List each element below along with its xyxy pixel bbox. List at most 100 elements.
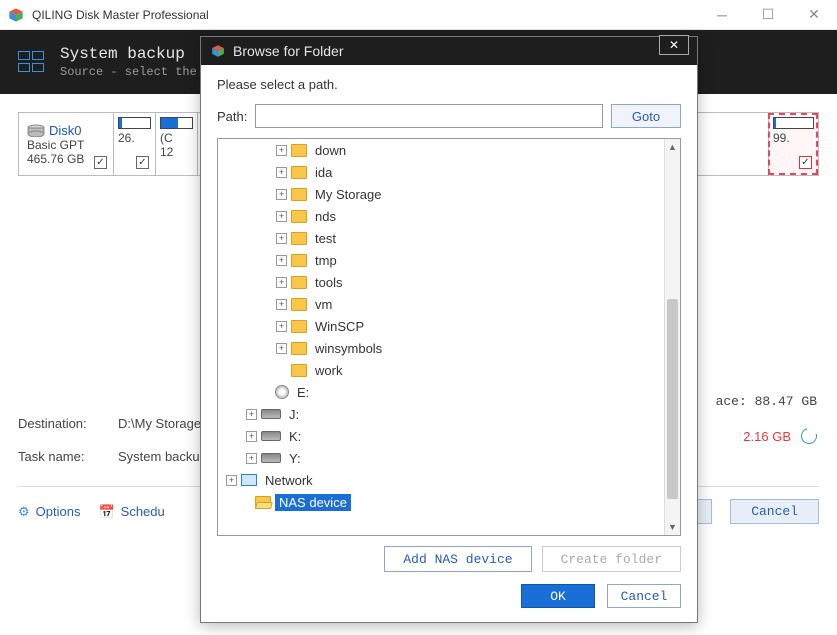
tree-node[interactable]: + tools [218,271,664,293]
tree-label: My Storage [311,186,385,203]
minimize-button[interactable]: ─ [699,0,745,30]
folder-icon [291,254,307,267]
partition-1-usage: 12 [160,145,193,159]
folder-tree[interactable]: + down + ida + My Storage + nds + test +… [217,138,681,536]
page-subtitle: Source - select the [60,65,197,79]
system-backup-icon [18,51,46,73]
tree-label: test [311,230,340,247]
tree-node[interactable]: + Network [218,469,664,491]
page-title: System backup [60,45,197,63]
browse-folder-dialog: ✕ Browse for Folder Please select a path… [200,36,698,623]
tree-node[interactable]: + down [218,139,664,161]
tree-label: ida [311,164,336,181]
partition-0-checkbox[interactable]: ✓ [136,156,149,169]
tree-node[interactable]: + My Storage [218,183,664,205]
tree-label: tools [311,274,346,291]
tree-label: Network [261,472,317,489]
refresh-icon[interactable] [798,425,820,447]
gear-icon: ⚙ [18,504,30,520]
dialog-prompt: Please select a path. [217,77,681,92]
folder-icon [291,298,307,311]
expand-icon[interactable]: + [246,431,257,442]
tree-node[interactable]: + winsymbols [218,337,664,359]
expand-icon[interactable]: + [276,255,287,266]
tree-node[interactable]: + tmp [218,249,664,271]
tree-label: WinSCP [311,318,368,335]
scroll-down-icon[interactable]: ▼ [665,519,680,535]
scroll-thumb[interactable] [667,299,678,499]
expand-icon[interactable]: + [276,211,287,222]
tree-node[interactable]: work [218,359,664,381]
disk-checkbox[interactable]: ✓ [94,156,107,169]
tree-label: tmp [311,252,341,269]
tree-node[interactable]: + test [218,227,664,249]
expand-icon[interactable]: + [276,145,287,156]
dialog-cancel-button[interactable]: Cancel [607,584,681,608]
partition-2-checkbox[interactable]: ✓ [799,156,812,169]
used-space-text: 2.16 GB [743,429,791,444]
partition-2[interactable]: 99. ✓ [768,113,818,175]
ok-button[interactable]: OK [521,584,595,608]
tree-label: Y: [285,450,305,467]
tree-node[interactable]: + J: [218,403,664,425]
network-icon [241,474,257,486]
tree-node[interactable]: E: [218,381,664,403]
taskname-value: System backup [118,449,207,464]
goto-button[interactable]: Goto [611,104,681,128]
maximize-button[interactable]: ☐ [745,0,791,30]
expand-icon[interactable]: + [276,321,287,332]
path-input[interactable] [255,104,603,128]
tree-label: down [311,142,350,159]
expand-icon[interactable]: + [226,475,237,486]
tree-scrollbar[interactable]: ▲ ▼ [664,139,680,535]
app-logo-icon [8,7,24,23]
dialog-logo-icon [211,44,225,58]
expand-icon[interactable]: + [276,189,287,200]
close-button[interactable]: ✕ [791,0,837,30]
tree-node[interactable]: NAS device [218,491,664,513]
partition-0-usage: 26. [118,131,151,145]
partition-0[interactable]: 26. ✓ [113,113,155,175]
tree-node[interactable]: + nds [218,205,664,227]
partition-1[interactable]: (C 12 [155,113,197,175]
taskname-label: Task name: [18,449,118,464]
tree-label: winsymbols [311,340,386,357]
folder-icon [291,276,307,289]
disk-info[interactable]: Disk0 Basic GPT 465.76 GB ✓ [19,113,113,175]
used-space-row: 2.16 GB [743,428,817,444]
tree-node[interactable]: + K: [218,425,664,447]
add-nas-button[interactable]: Add NAS device [384,546,531,572]
dialog-close-button[interactable]: ✕ [659,35,689,55]
options-button[interactable]: ⚙Options [18,504,80,520]
main-cancel-button[interactable]: Cancel [730,499,819,524]
expand-icon[interactable]: + [276,343,287,354]
tree-label: vm [311,296,336,313]
folder-icon [291,364,307,377]
tree-label: E: [293,384,313,401]
folder-icon [291,320,307,333]
tree-label: K: [285,428,305,445]
schedule-button[interactable]: 📅Schedu [98,504,164,520]
expand-icon[interactable]: + [276,299,287,310]
tree-node[interactable]: + Y: [218,447,664,469]
partition-2-usage: 99. [773,131,814,145]
create-folder-button: Create folder [542,546,681,572]
window-title: QILING Disk Master Professional [32,8,699,22]
disk-type: Basic GPT [27,138,105,152]
path-label: Path: [217,109,247,124]
partition-1-label: (C [160,131,193,145]
expand-icon[interactable]: + [246,453,257,464]
folder-icon [291,188,307,201]
expand-icon[interactable]: + [276,167,287,178]
tree-node[interactable]: + ida [218,161,664,183]
expand-icon[interactable]: + [246,409,257,420]
folder-icon [291,342,307,355]
tree-node[interactable]: + vm [218,293,664,315]
expand-icon[interactable]: + [276,233,287,244]
folder-open-icon [255,496,271,509]
scroll-up-icon[interactable]: ▲ [665,139,680,155]
drive-icon [261,431,281,441]
drive-icon [261,409,281,419]
tree-node[interactable]: + WinSCP [218,315,664,337]
expand-icon[interactable]: + [276,277,287,288]
